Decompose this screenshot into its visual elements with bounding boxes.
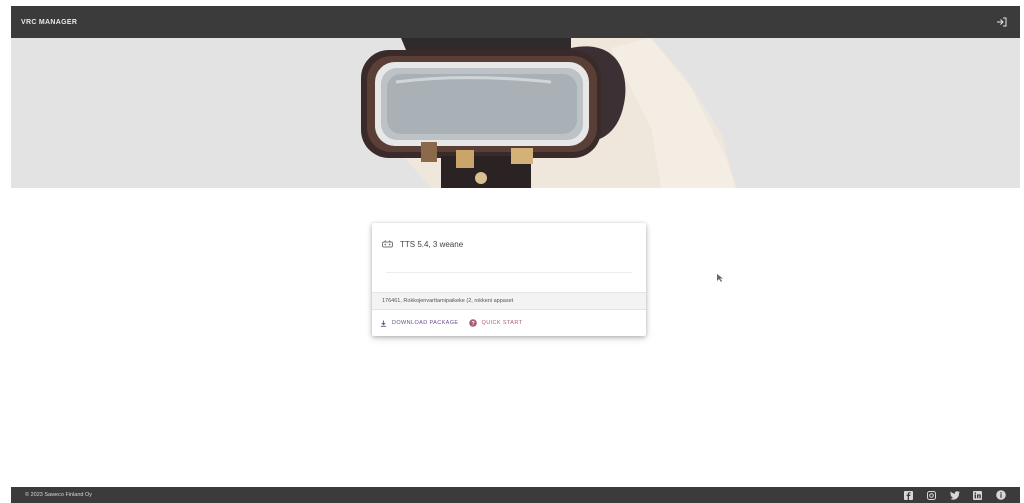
linkedin-icon[interactable]	[972, 490, 983, 501]
hero-banner	[11, 38, 1020, 188]
instagram-icon[interactable]	[926, 490, 937, 501]
download-package-label: DOWNLOAD PACKAGE	[392, 320, 459, 326]
quick-start-label: QUICK START	[481, 320, 523, 326]
package-card: TTS 5.4, 3 weane 176461, Rokkojenvarttam…	[372, 223, 646, 336]
footer-bar: © 2023 Saweco Finland Oy	[11, 487, 1020, 503]
card-actions: DOWNLOAD PACKAGE QUICK START	[372, 309, 646, 336]
headset-icon	[382, 235, 393, 253]
package-meta: 176461, Rokkojenvarttamipaikeke (2, rokk…	[372, 292, 646, 309]
copyright-text: © 2023 Saweco Finland Oy	[25, 492, 93, 498]
social-links	[903, 490, 1006, 501]
card-divider	[386, 272, 632, 273]
mouse-cursor-icon	[717, 274, 723, 282]
help-icon	[468, 314, 477, 332]
top-app-bar: VRC MANAGER	[11, 6, 1020, 38]
card-header: TTS 5.4, 3 weane	[382, 235, 463, 253]
app-title: VRC MANAGER	[21, 18, 78, 26]
facebook-icon[interactable]	[903, 490, 914, 501]
download-package-button[interactable]: DOWNLOAD PACKAGE	[380, 314, 459, 332]
twitter-icon[interactable]	[949, 490, 960, 501]
info-icon[interactable]	[995, 490, 1006, 501]
download-icon	[380, 314, 387, 332]
logout-icon[interactable]	[994, 14, 1010, 30]
vr-headset-illustration	[361, 38, 736, 188]
quick-start-button[interactable]: QUICK START	[468, 314, 523, 332]
package-name: TTS 5.4, 3 weane	[400, 239, 464, 249]
